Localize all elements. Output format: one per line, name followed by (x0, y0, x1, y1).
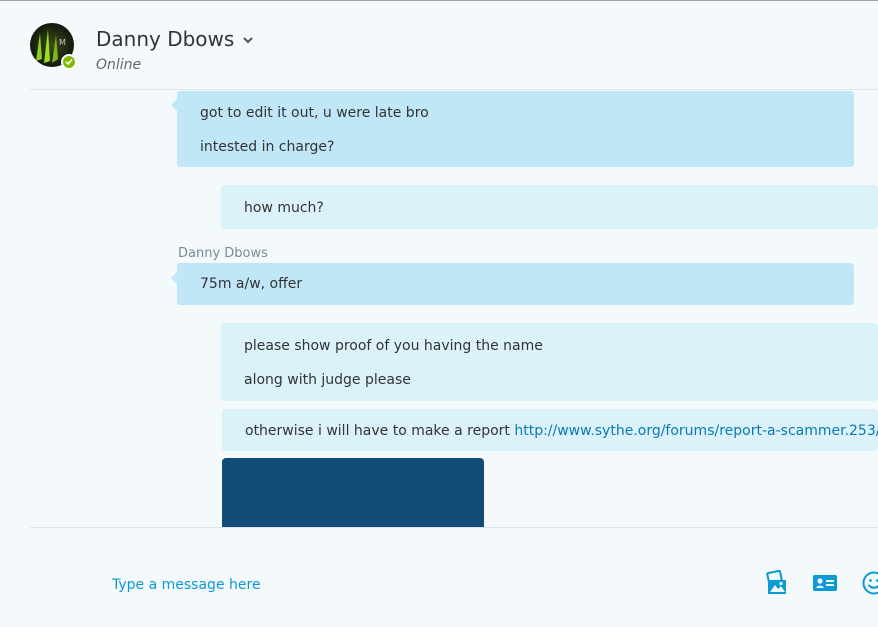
message-text: along with judge please (244, 372, 411, 388)
emoticon-icon[interactable] (861, 570, 878, 596)
image-share-icon[interactable] (764, 570, 790, 596)
chevron-down-icon (243, 37, 254, 44)
message-bubble-outgoing[interactable]: please show proof of you having the name… (221, 323, 878, 401)
message-text: how much? (244, 200, 324, 216)
report-scammer-link[interactable]: http://www.sythe.org/forums/report-a-sca… (514, 423, 878, 439)
avatar[interactable]: M (30, 23, 77, 70)
shared-image-preview[interactable] (222, 458, 484, 527)
contact-name-dropdown[interactable]: Danny Dbows (96, 27, 254, 51)
contact-card-icon[interactable] (812, 570, 838, 596)
contact-name: Danny Dbows (96, 27, 235, 51)
message-bubble-outgoing[interactable]: how much? (221, 185, 878, 229)
message-text-with-link: otherwise i will have to make a report h… (245, 421, 878, 441)
bubble-pointer (171, 272, 177, 284)
chat-window: M Danny Dbows Online got to edit it out,… (0, 0, 878, 627)
svg-text:M: M (59, 38, 66, 47)
contact-status: Online (96, 57, 142, 73)
message-text: 75m a/w, offer (200, 276, 303, 292)
message-text: intested in charge? (200, 139, 335, 155)
compose-bar (0, 528, 878, 627)
message-list[interactable]: got to edit it out, u were late bro inte… (0, 90, 878, 527)
message-bubble-incoming[interactable]: 75m a/w, offer (171, 263, 854, 305)
online-status-icon (61, 54, 77, 70)
message-text: got to edit it out, u were late bro (200, 105, 429, 121)
message-bubble-incoming[interactable]: got to edit it out, u were late bro inte… (171, 91, 854, 167)
conversation-header: M Danny Dbows Online (0, 1, 878, 89)
sender-name: Danny Dbows (178, 246, 268, 261)
message-input[interactable] (112, 572, 712, 598)
message-text: please show proof of you having the name (244, 338, 543, 354)
message-bubble-outgoing[interactable]: otherwise i will have to make a report h… (222, 409, 878, 451)
bubble-pointer (171, 99, 177, 111)
message-text: otherwise i will have to make a report (245, 423, 515, 439)
